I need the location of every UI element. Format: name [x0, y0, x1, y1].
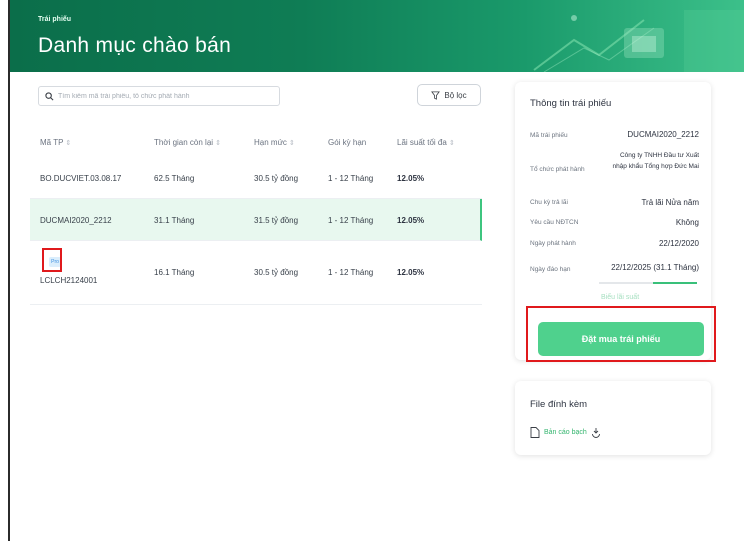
- filter-button[interactable]: Bộ lọc: [417, 84, 481, 106]
- remaining-time: 31.1 Tháng: [154, 216, 195, 225]
- info-label: Ngày phát hành: [530, 240, 576, 247]
- max-rate: 12.05%: [397, 216, 425, 225]
- max-rate: 12.05%: [397, 268, 425, 277]
- search-input[interactable]: [58, 92, 278, 100]
- remaining-time: 62.5 Tháng: [154, 174, 195, 183]
- limit: 30.5 tỷ đồng: [254, 268, 299, 277]
- term: 1 - 12 Tháng: [328, 174, 374, 183]
- limit: 31.5 tỷ đồng: [254, 216, 299, 225]
- column-header-code[interactable]: Mã TP ⇕: [40, 138, 71, 147]
- info-value: DUCMAI2020_2212: [627, 130, 699, 139]
- document-icon: [530, 427, 540, 438]
- info-value: 22/12/2025 (31.1 Tháng): [611, 263, 699, 272]
- filter-icon: [431, 90, 441, 100]
- sort-icon: ⇕: [65, 140, 72, 147]
- info-value: 22/12/2020: [658, 239, 699, 248]
- sort-icon: ⇕: [448, 140, 455, 147]
- term: 1 - 12 Tháng: [328, 268, 374, 277]
- bond-code: LCLCH2124001: [40, 276, 98, 285]
- page-header: Trái phiếu Danh mục chào bán: [10, 0, 744, 72]
- info-label: Mã trái phiếu: [530, 132, 568, 139]
- filter-label: Bộ lọc: [444, 90, 467, 100]
- bond-code: BO.DUCVIET.03.08.17: [40, 174, 122, 183]
- attachments-title: File đính kèm: [530, 399, 588, 410]
- table-row[interactable]: Pro LCLCH2124001 16.1 Tháng 30.5 tỷ đồng…: [30, 241, 482, 305]
- info-label: Ngày đáo hạn: [530, 266, 571, 273]
- limit: 30.5 tỷ đồng: [254, 174, 299, 183]
- search-icon: [45, 91, 54, 100]
- remaining-progress-bar: [599, 282, 697, 284]
- sort-icon: ⇕: [288, 140, 295, 147]
- column-header-rate[interactable]: Lãi suất tối đa ⇕: [397, 138, 455, 147]
- highlight-box-buy: [526, 306, 716, 362]
- sort-icon: ⇕: [215, 140, 221, 147]
- info-card-title: Thông tin trái phiếu: [530, 98, 612, 109]
- column-header-term: Gói kỳ hạn: [328, 138, 367, 147]
- interest-schedule-link[interactable]: Biểu lãi suất: [601, 294, 639, 301]
- info-label: Yêu cầu NĐTCN: [530, 219, 579, 226]
- breadcrumb[interactable]: Trái phiếu: [38, 16, 71, 23]
- info-value: Trả lãi Nửa năm: [641, 198, 699, 207]
- term: 1 - 12 Tháng: [328, 216, 374, 225]
- table-row[interactable]: BO.DUCVIET.03.08.17 62.5 Tháng 30.5 tỷ đ…: [30, 157, 482, 199]
- prospectus-link[interactable]: Bản cáo bạch: [530, 427, 605, 438]
- info-value: Không: [675, 218, 699, 227]
- header-decoration: [533, 10, 744, 72]
- info-label: Chu kỳ trả lãi: [530, 199, 568, 206]
- prospectus-label: Bản cáo bạch: [544, 429, 587, 436]
- highlight-box-pro: [42, 248, 62, 272]
- table-row-selected[interactable]: DUCMAI2020_2212 31.1 Tháng 31.5 tỷ đồng …: [30, 199, 482, 241]
- search-box[interactable]: [38, 86, 280, 106]
- app-frame: Trái phiếu Danh mục chào bán Bộ lọc Mã T…: [8, 0, 744, 541]
- attachments-card: File đính kèm Bản cáo bạch: [515, 381, 711, 455]
- download-icon[interactable]: [591, 427, 601, 438]
- info-label: Tổ chức phát hành: [530, 166, 585, 173]
- progress-fill: [652, 282, 697, 284]
- info-value: Công ty TNHH Đầu tư Xuất nhập khẩu Tổng …: [612, 152, 699, 170]
- column-header-limit[interactable]: Hạn mức ⇕: [254, 138, 295, 147]
- bond-code: DUCMAI2020_2212: [40, 216, 112, 225]
- column-header-remaining[interactable]: Thời gian còn lại ⇕: [154, 138, 221, 147]
- max-rate: 12.05%: [397, 174, 425, 183]
- remaining-time: 16.1 Tháng: [154, 268, 195, 277]
- table-header: Mã TP ⇕ Thời gian còn lại ⇕ Hạn mức ⇕ Gói k…: [10, 132, 490, 152]
- page-title: Danh mục chào bán: [38, 34, 232, 57]
